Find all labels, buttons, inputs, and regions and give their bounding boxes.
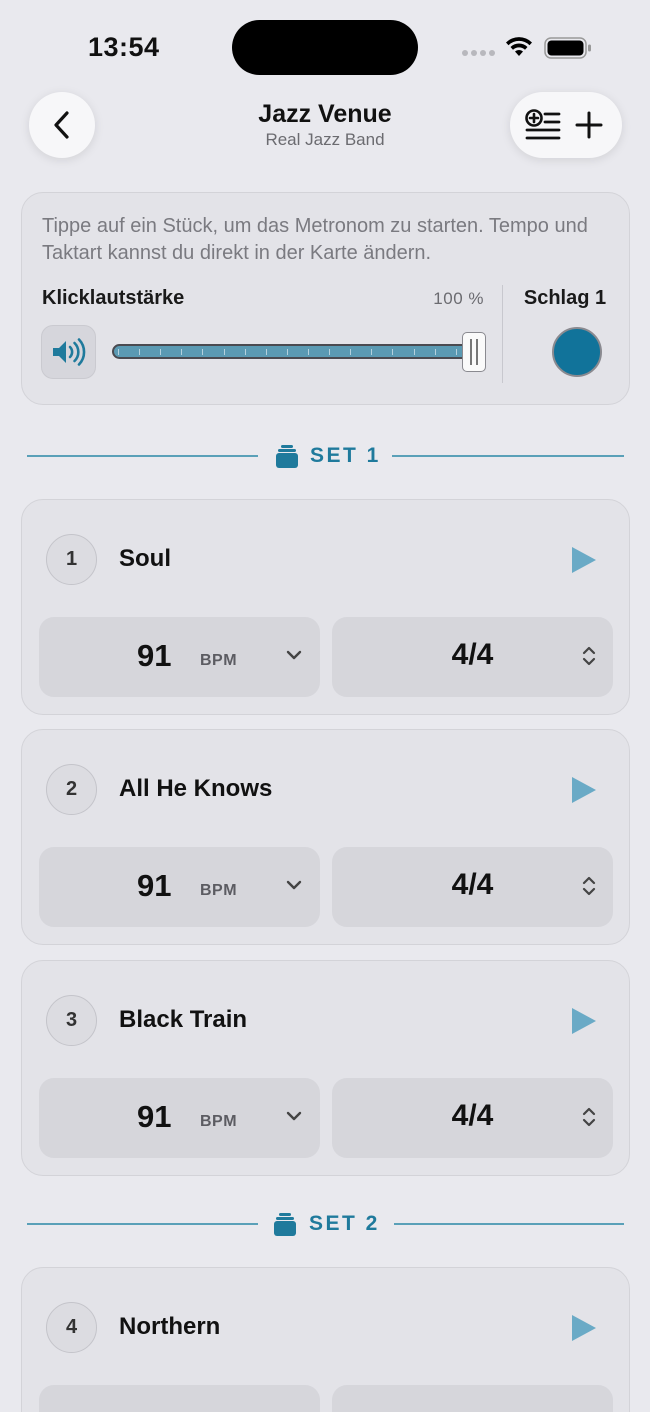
status-time: 13:54 bbox=[88, 32, 160, 62]
song-card-2[interactable]: 2 All He Knows 91 BPM 4/4 bbox=[21, 729, 630, 945]
mute-toggle-button[interactable] bbox=[41, 325, 96, 379]
song-number: 1 bbox=[46, 534, 97, 585]
chevron-up-down-icon bbox=[582, 1107, 596, 1127]
slider-ticks bbox=[118, 349, 478, 355]
play-icon[interactable] bbox=[567, 775, 599, 805]
song-number: 4 bbox=[46, 1302, 97, 1353]
status-bar: 13:54 bbox=[0, 0, 650, 90]
time-signature-picker[interactable]: 4/4 bbox=[332, 847, 613, 927]
click-volume-value: 100 % bbox=[433, 289, 484, 308]
bpm-value: 91 bbox=[137, 1099, 172, 1134]
bpm-value: 91 bbox=[137, 868, 172, 903]
add-to-list-button[interactable] bbox=[522, 104, 564, 146]
beat-label: Schlag 1 bbox=[523, 287, 607, 309]
set-divider-line bbox=[27, 1223, 258, 1225]
time-signature-value: 4/4 bbox=[451, 1099, 494, 1132]
instruction-text: Tippe auf ein Stück, um das Metronom zu … bbox=[42, 215, 588, 264]
setlist-screen: 13:54 Jazz Venue Real Jazz Band Tippe au… bbox=[0, 0, 650, 1412]
time-signature-value: 4/4 bbox=[451, 638, 494, 671]
song-title: Northern bbox=[119, 1313, 221, 1340]
time-signature-picker[interactable]: 4/4 bbox=[332, 617, 613, 697]
tempo-picker[interactable]: 91 BPM bbox=[39, 1078, 320, 1158]
set-header-1: SET 1 bbox=[27, 441, 624, 471]
volume-slider-thumb[interactable] bbox=[462, 332, 486, 372]
bpm-value: 91 bbox=[137, 638, 172, 673]
beat-indicator bbox=[552, 327, 602, 377]
song-number: 3 bbox=[46, 995, 97, 1046]
speaker-icon bbox=[52, 338, 85, 366]
chevron-up-down-icon bbox=[582, 876, 596, 896]
song-title: Black Train bbox=[119, 1006, 248, 1033]
play-icon[interactable] bbox=[567, 1313, 599, 1343]
battery-icon bbox=[544, 37, 591, 59]
stack-icon bbox=[274, 1213, 296, 1236]
add-button[interactable] bbox=[568, 104, 610, 146]
stack-icon bbox=[276, 445, 298, 468]
wifi-icon bbox=[506, 37, 532, 56]
metronome-info-card: Tippe auf ein Stück, um das Metronom zu … bbox=[21, 192, 630, 405]
set-label: SET 1 bbox=[310, 444, 381, 467]
chevron-down-icon bbox=[286, 880, 302, 890]
tempo-picker[interactable]: 91 BPM bbox=[39, 617, 320, 697]
list-add-icon bbox=[525, 109, 561, 140]
click-volume-label: Klicklautstärke bbox=[42, 287, 185, 309]
tempo-picker[interactable]: 91 BPM bbox=[39, 847, 320, 927]
set-label: SET 2 bbox=[309, 1212, 380, 1235]
song-number: 2 bbox=[46, 764, 97, 815]
chevron-up-down-icon bbox=[582, 646, 596, 666]
tempo-picker[interactable] bbox=[39, 1385, 320, 1412]
set-divider-line bbox=[27, 455, 258, 457]
chevron-down-icon bbox=[286, 650, 302, 660]
song-title: All He Knows bbox=[119, 775, 273, 802]
cellular-signal-icon bbox=[462, 50, 495, 56]
set-divider-line bbox=[392, 455, 624, 457]
volume-slider-track[interactable] bbox=[112, 344, 484, 359]
song-title: Soul bbox=[119, 545, 171, 572]
song-card-4[interactable]: 4 Northern bbox=[21, 1267, 630, 1412]
set-header-2: SET 2 bbox=[27, 1209, 624, 1239]
vertical-divider bbox=[502, 285, 503, 383]
time-signature-picker[interactable]: 4/4 bbox=[332, 1078, 613, 1158]
song-card-3[interactable]: 3 Black Train 91 BPM 4/4 bbox=[21, 960, 630, 1176]
play-icon[interactable] bbox=[567, 1006, 599, 1036]
song-card-1[interactable]: 1 Soul 91 BPM 4/4 bbox=[21, 499, 630, 715]
chevron-down-icon bbox=[286, 1111, 302, 1121]
time-signature-value: 4/4 bbox=[451, 868, 494, 901]
dynamic-island bbox=[232, 20, 418, 75]
bpm-unit: BPM bbox=[200, 1113, 238, 1130]
set-divider-line bbox=[394, 1223, 624, 1225]
nav-actions bbox=[510, 92, 622, 158]
plus-icon bbox=[575, 111, 603, 139]
bpm-unit: BPM bbox=[200, 882, 238, 899]
time-signature-picker[interactable] bbox=[332, 1385, 613, 1412]
bpm-unit: BPM bbox=[200, 652, 238, 669]
play-icon[interactable] bbox=[567, 545, 599, 575]
